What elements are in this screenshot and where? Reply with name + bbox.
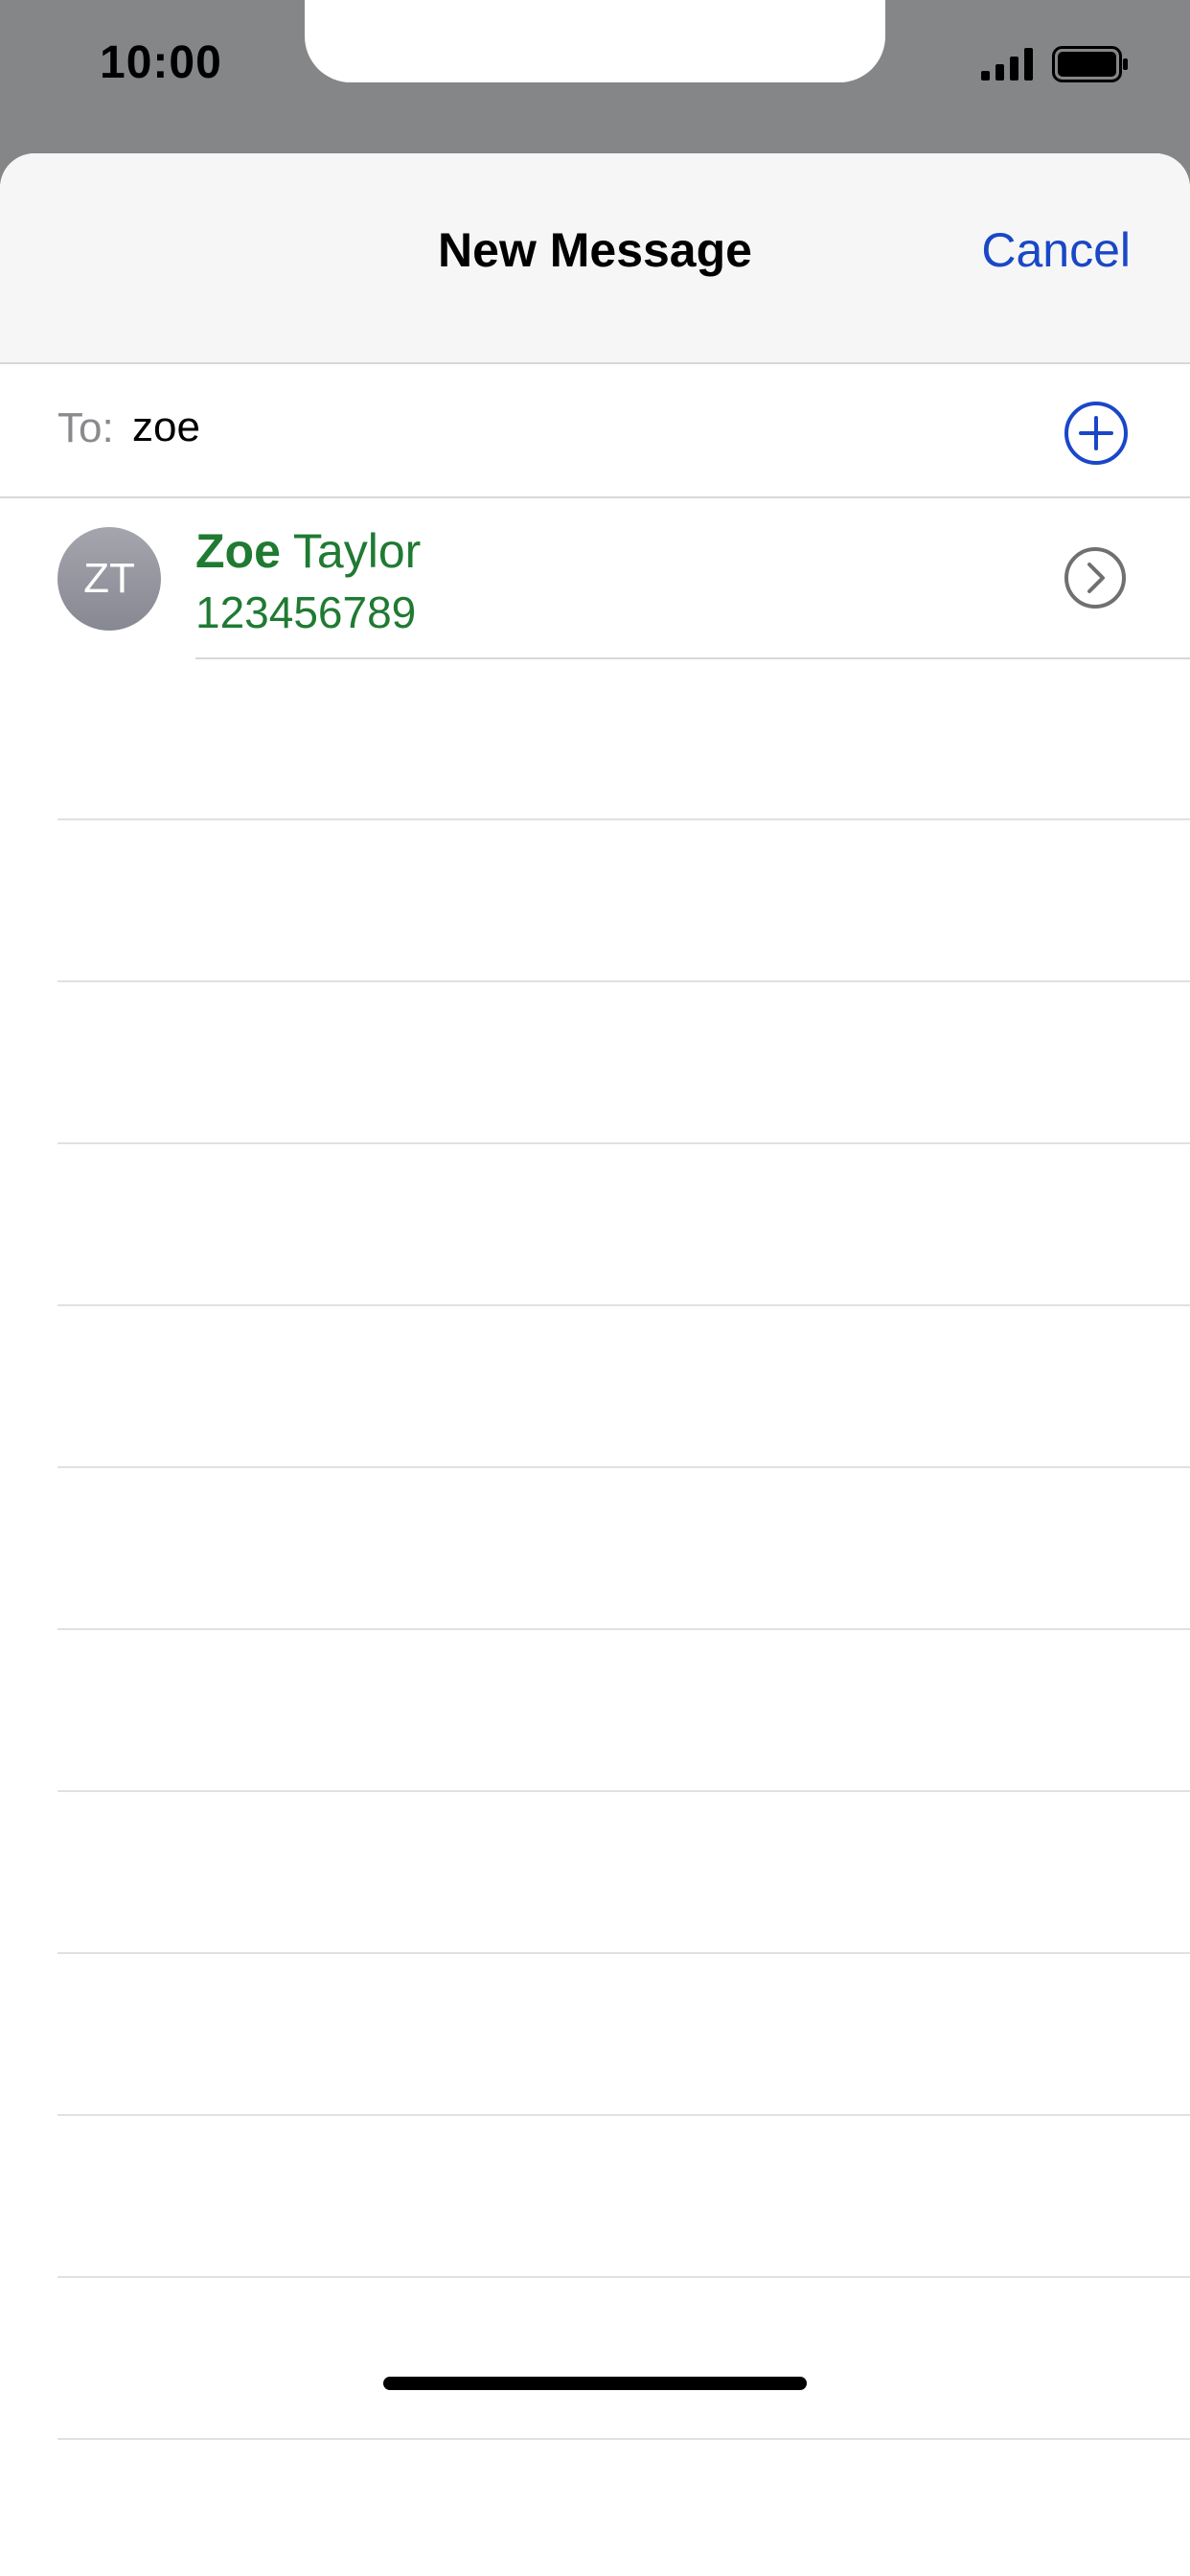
empty-row-divider bbox=[57, 1142, 1190, 1144]
contact-suggestion-row[interactable]: ZT Zoe Taylor 123456789 bbox=[0, 498, 1190, 661]
empty-row-divider bbox=[57, 1628, 1190, 1630]
contact-name: Zoe Taylor bbox=[195, 523, 421, 579]
row-divider bbox=[195, 657, 1190, 659]
home-indicator[interactable] bbox=[383, 2377, 807, 2390]
recipient-input[interactable] bbox=[132, 397, 899, 458]
contact-first-name: Zoe bbox=[195, 524, 281, 578]
empty-row-divider bbox=[57, 2438, 1190, 2440]
recipient-field-row: To: bbox=[0, 364, 1190, 498]
empty-row-divider bbox=[57, 1466, 1190, 1468]
empty-row-divider bbox=[57, 1790, 1190, 1792]
navigation-bar: New Message Cancel bbox=[0, 153, 1190, 364]
empty-row-divider bbox=[57, 1952, 1190, 1954]
cancel-button[interactable]: Cancel bbox=[981, 222, 1131, 278]
empty-row-divider bbox=[57, 1304, 1190, 1306]
status-time: 10:00 bbox=[100, 37, 222, 88]
add-contact-plus-icon[interactable] bbox=[1064, 401, 1129, 466]
new-message-sheet: New Message Cancel To: ZT Zoe Taylor 123… bbox=[0, 153, 1190, 2576]
empty-row-divider bbox=[57, 2276, 1190, 2278]
empty-row-divider bbox=[57, 2114, 1190, 2116]
contact-phone: 123456789 bbox=[195, 587, 417, 637]
status-bar: 10:00 bbox=[0, 0, 1190, 153]
avatar: ZT bbox=[57, 527, 161, 631]
cellular-signal-icon bbox=[981, 48, 1033, 80]
empty-row-divider bbox=[57, 818, 1190, 820]
to-label: To: bbox=[57, 404, 114, 451]
battery-full-icon bbox=[1052, 46, 1128, 82]
chevron-right-circle-icon[interactable] bbox=[1064, 546, 1127, 610]
contact-last-name: Taylor bbox=[292, 524, 422, 578]
empty-row-divider bbox=[57, 980, 1190, 982]
device-notch bbox=[305, 0, 885, 82]
